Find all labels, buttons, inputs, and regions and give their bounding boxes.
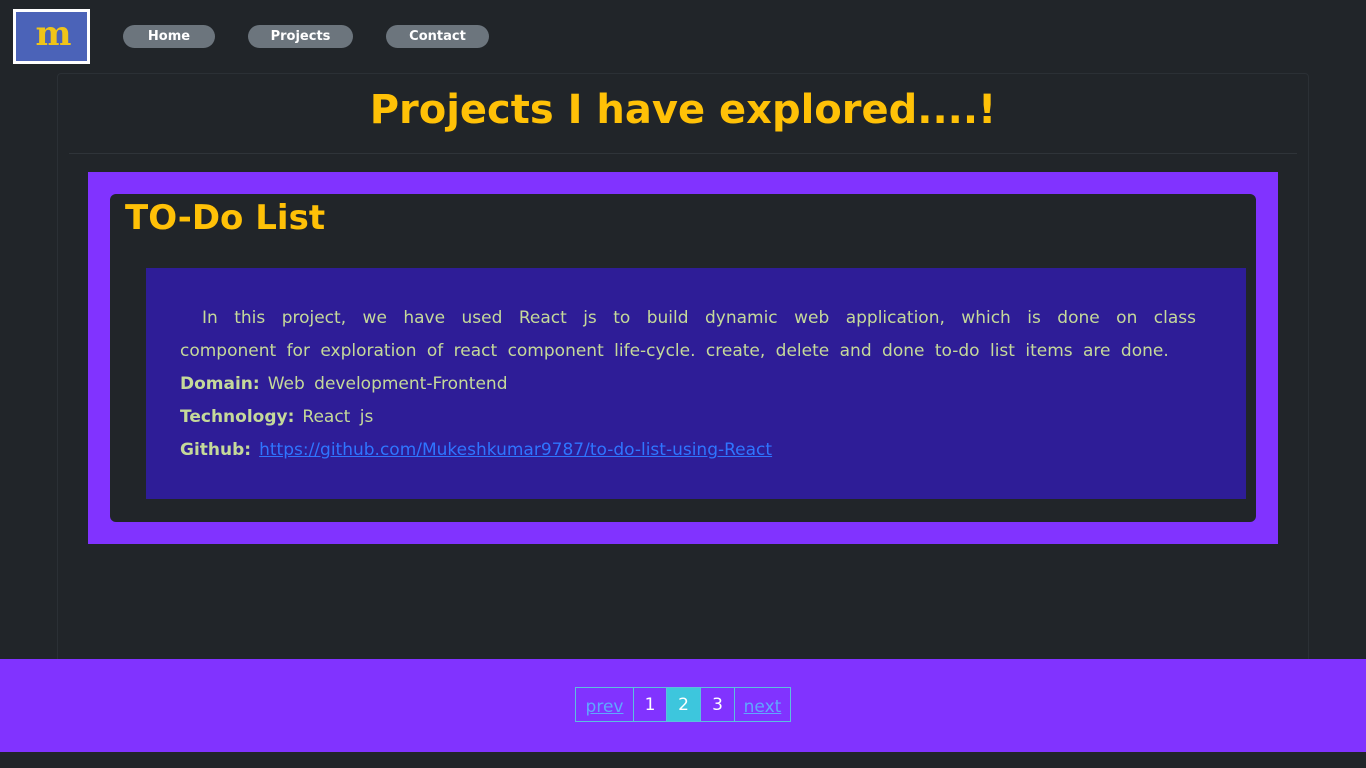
- nav-projects-button[interactable]: Projects: [248, 25, 353, 48]
- technology-row: Technology: React js: [180, 401, 373, 434]
- nav-home-button[interactable]: Home: [123, 25, 215, 48]
- domain-label: Domain:: [180, 374, 260, 394]
- nav-contact-button[interactable]: Contact: [386, 25, 489, 48]
- pagination-page-1[interactable]: 1: [633, 687, 667, 722]
- domain-row: Domain: Web development-Frontend: [180, 368, 508, 401]
- site-logo[interactable]: m: [13, 9, 90, 64]
- github-link[interactable]: https://github.com/Mukeshkumar9787/to-do…: [259, 440, 772, 460]
- pagination-page-3[interactable]: 3: [700, 687, 735, 722]
- technology-value: React js: [302, 407, 374, 427]
- technology-label: Technology:: [180, 407, 295, 427]
- page-title: Projects I have explored....!: [369, 87, 997, 133]
- github-row: Github: https://github.com/Mukeshkumar978…: [180, 434, 772, 467]
- pagination-prev-link[interactable]: prev: [575, 687, 634, 722]
- logo-badge: m: [16, 12, 87, 61]
- pagination-next-link[interactable]: next: [734, 687, 791, 722]
- domain-value: Web development-Frontend: [267, 374, 508, 394]
- project-description: In this project, we have used React js t…: [180, 308, 1196, 361]
- github-label: Github:: [180, 440, 252, 460]
- title-divider: [69, 153, 1297, 154]
- pagination: prev 1 2 3 next: [575, 687, 791, 722]
- pagination-page-2-active[interactable]: 2: [666, 687, 701, 722]
- project-title: TO-Do List: [125, 198, 326, 238]
- logo-letter: m: [35, 13, 72, 54]
